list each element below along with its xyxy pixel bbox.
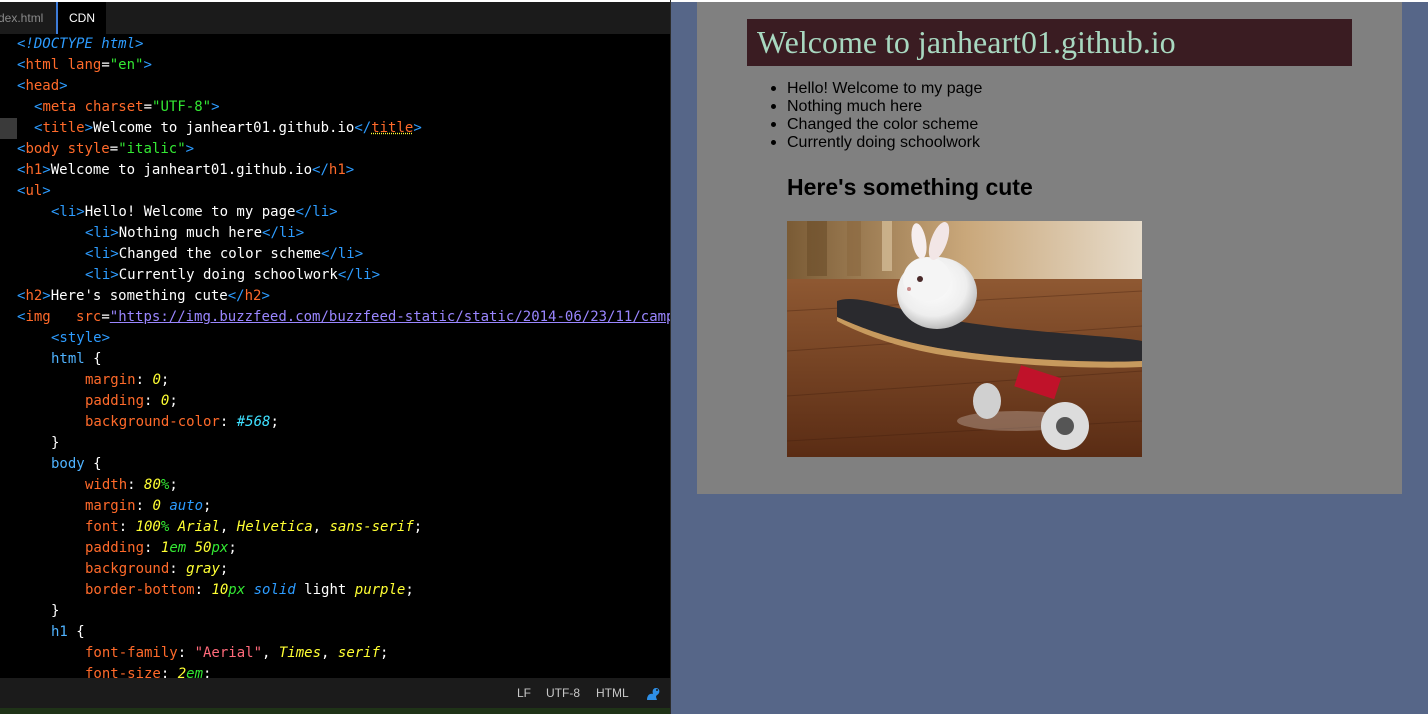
squirrel-icon[interactable] bbox=[644, 684, 662, 702]
list-item: Changed the color scheme bbox=[771, 116, 982, 134]
list-item: Currently doing schoolwork bbox=[771, 134, 982, 152]
editor-bottom-strip bbox=[0, 708, 670, 714]
code-line: font-size: 2em; bbox=[85, 666, 212, 678]
code-line: <style> bbox=[51, 330, 111, 346]
code-line: <li>Currently doing schoolwork</li> bbox=[85, 267, 381, 283]
code-line: <head> bbox=[17, 78, 68, 94]
tab-bar: dex.html CDN bbox=[0, 2, 670, 34]
code-line: background: gray; bbox=[85, 561, 229, 577]
cursor-line-gutter-marker bbox=[0, 118, 17, 139]
list-item: Hello! Welcome to my page bbox=[771, 80, 982, 98]
code-line: <!DOCTYPE html> bbox=[17, 36, 144, 52]
grammar-indicator[interactable]: HTML bbox=[596, 678, 629, 708]
code-line: <ul> bbox=[17, 183, 51, 199]
code-line: font: 100% Arial, Helvetica, sans-serif; bbox=[85, 519, 423, 535]
code-line: <li>Nothing much here</li> bbox=[85, 225, 305, 241]
code-line: margin: 0; bbox=[85, 372, 170, 388]
preview-list: Hello! Welcome to my page Nothing much h… bbox=[771, 80, 982, 152]
bullet-icon bbox=[771, 140, 776, 145]
code-line: html { bbox=[51, 351, 102, 367]
code-line: background-color: #568; bbox=[85, 414, 279, 430]
code-editor[interactable]: dex.html CDN <!DOCTYPE html> <html lang=… bbox=[0, 0, 670, 714]
preview-heading-h2: Here's something cute bbox=[787, 174, 1033, 200]
code-line: padding: 1em 50px; bbox=[85, 540, 237, 556]
code-line: <meta charset="UTF-8"> bbox=[34, 99, 220, 115]
code-line: <html lang="en"> bbox=[17, 57, 152, 73]
list-item: Nothing much here bbox=[771, 98, 982, 116]
code-line: h1 { bbox=[51, 624, 85, 640]
tab-index-html[interactable]: dex.html bbox=[0, 2, 56, 34]
preview-body: Welcome to janheart01.github.io Hello! W… bbox=[697, 2, 1402, 494]
code-line: <li>Hello! Welcome to my page</li> bbox=[51, 204, 338, 220]
bullet-icon bbox=[771, 122, 776, 127]
encoding-indicator[interactable]: UTF-8 bbox=[546, 678, 580, 708]
code-line: font-family: "Aerial", Times, serif; bbox=[85, 645, 389, 661]
code-line: <h2>Here's something cute</h2> bbox=[17, 288, 270, 304]
bunny-on-skateboard-image bbox=[787, 221, 1142, 457]
code-line: <h1>Welcome to janheart01.github.io</h1> bbox=[17, 162, 355, 178]
status-bar: LF UTF-8 HTML bbox=[0, 678, 670, 708]
code-line: body { bbox=[51, 456, 102, 472]
code-line: <li>Changed the color scheme</li> bbox=[85, 246, 364, 262]
code-line: border-bottom: 10px solid light purple; bbox=[85, 582, 414, 598]
preview-heading-h1: Welcome to janheart01.github.io bbox=[747, 19, 1352, 66]
line-ending-indicator[interactable]: LF bbox=[517, 678, 531, 708]
browser-preview-pane: Welcome to janheart01.github.io Hello! W… bbox=[671, 0, 1428, 714]
image-url-link[interactable]: "https://img.buzzfeed.com/buzzfeed-stati… bbox=[110, 309, 670, 325]
code-line: <img src="https://img.buzzfeed.com/buzzf… bbox=[17, 307, 670, 328]
tab-cdn[interactable]: CDN bbox=[56, 2, 106, 34]
code-line: margin: 0 auto; bbox=[85, 498, 212, 514]
bullet-icon bbox=[771, 104, 776, 109]
bullet-icon bbox=[771, 86, 776, 91]
code-line: <body style="italic"> bbox=[17, 141, 195, 157]
code-line: <title>Welcome to janheart01.github.io</… bbox=[34, 120, 422, 136]
code-line: } bbox=[51, 603, 60, 619]
code-line: } bbox=[51, 435, 60, 451]
code-area[interactable]: <!DOCTYPE html> <html lang="en"> <head> … bbox=[0, 34, 670, 678]
code-line: width: 80%; bbox=[85, 477, 178, 493]
code-line: padding: 0; bbox=[85, 393, 178, 409]
